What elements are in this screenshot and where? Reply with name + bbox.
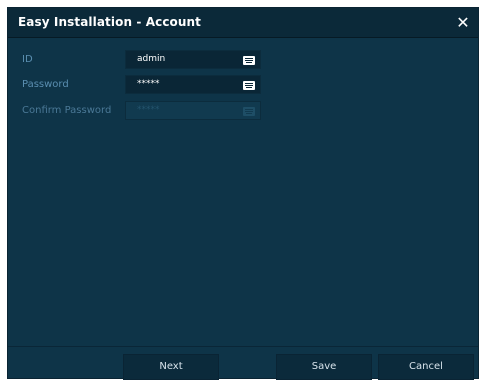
id-input[interactable]: admin: [125, 50, 261, 69]
close-icon[interactable]: ✕: [450, 10, 476, 36]
password-input[interactable]: *****: [125, 75, 261, 94]
footer-divider: [8, 346, 478, 347]
keyboard-icon[interactable]: [243, 81, 255, 90]
confirm-password-label: Confirm Password: [22, 105, 112, 116]
id-label: ID: [22, 54, 33, 65]
confirm-password-input: *****: [125, 101, 261, 120]
easy-installation-dialog: Easy Installation - Account ✕ ID admin P…: [7, 7, 479, 380]
password-label: Password: [22, 79, 69, 90]
password-value: *****: [137, 79, 160, 89]
next-button[interactable]: Next: [123, 354, 219, 380]
dialog-title: Easy Installation - Account: [18, 15, 201, 29]
cancel-button[interactable]: Cancel: [378, 354, 474, 380]
title-bar: Easy Installation - Account ✕: [8, 8, 478, 38]
keyboard-icon: [243, 107, 255, 116]
confirm-password-value: *****: [137, 105, 160, 115]
id-value: admin: [137, 54, 166, 64]
keyboard-icon[interactable]: [243, 56, 255, 65]
save-button[interactable]: Save: [276, 354, 372, 380]
